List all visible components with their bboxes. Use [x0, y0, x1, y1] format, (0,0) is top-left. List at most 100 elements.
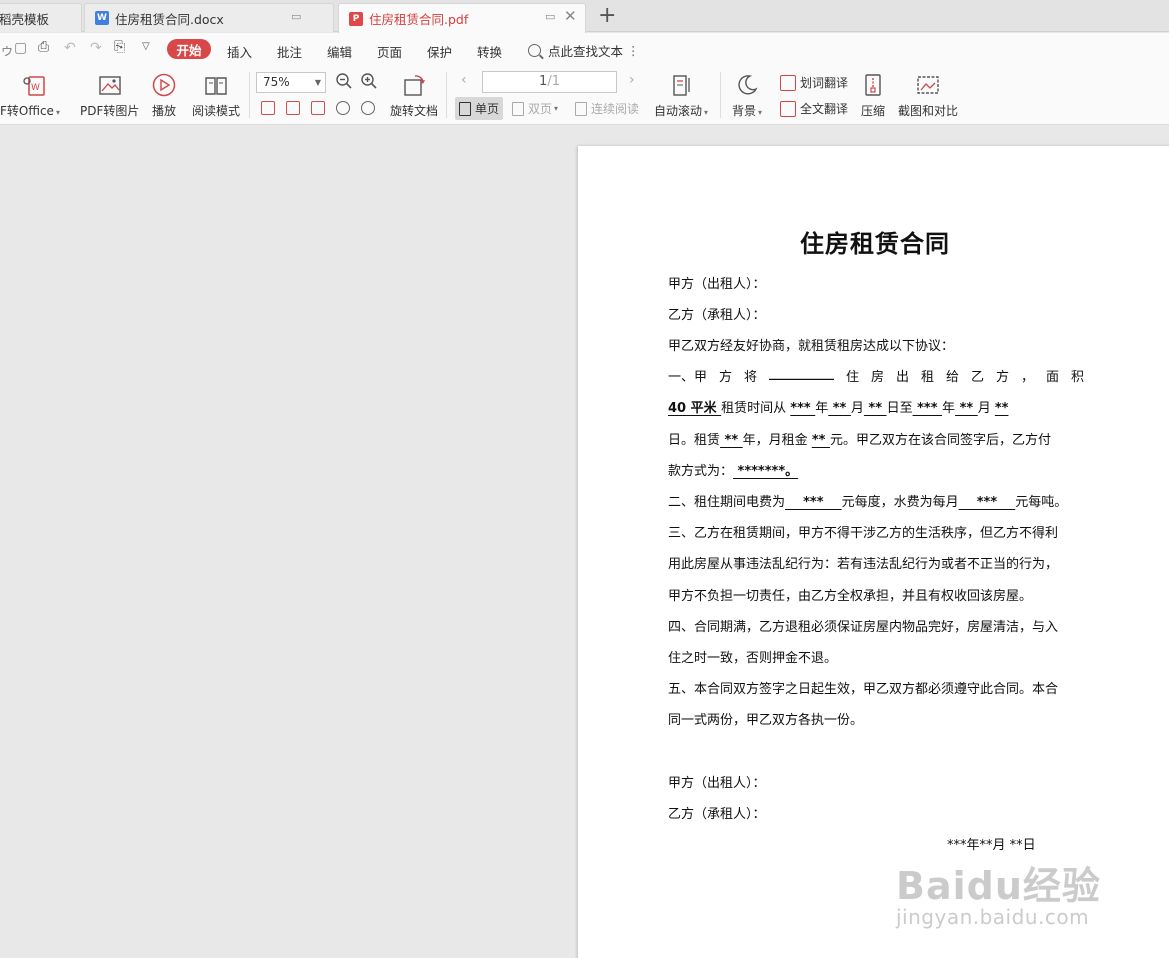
chevron-down-icon: ▼ [314, 78, 321, 87]
clause-3-line-1: 三、乙方在租赁期间，甲方不得干涉乙方的生活秩序，但乙方不得利 [668, 526, 1059, 541]
continuous-read-button[interactable]: 连续阅读 [571, 97, 643, 120]
rotate-left-icon[interactable] [336, 101, 350, 115]
menu-convert[interactable]: 转换 [477, 42, 502, 61]
text-run: 给 [945, 370, 959, 385]
pdf-to-office-label: F转Office [0, 104, 54, 118]
rotate-document-label: 旋转文档 [390, 104, 439, 118]
toolbar-divider [720, 72, 721, 118]
screenshot-compare-label: 截图和对比 [898, 104, 959, 118]
tab-pdf[interactable]: P 住房租赁合同.pdf ▭ ✕ [338, 3, 586, 33]
pdf-page [578, 146, 1169, 958]
menu-annotate[interactable]: 批注 [277, 42, 302, 61]
text-run: 元每度，水费为每月 [841, 495, 959, 510]
play-label: 播放 [151, 104, 176, 118]
full-translate-button[interactable]: 全文翻译 [780, 100, 848, 117]
tab-templates[interactable]: 稻壳模板 [0, 3, 82, 32]
text-run: 日。租赁 [668, 433, 721, 448]
signature-party-a: 甲方（出租人）： [668, 776, 766, 791]
end-year-field: *** [912, 401, 943, 416]
rotate-doc-icon [401, 72, 427, 98]
format-icon[interactable]: ⎘ [114, 39, 125, 55]
rotate-document-button[interactable]: 旋转文档 [390, 72, 438, 119]
clause-4-line-2: 住之时一致，否则押金不退。 [668, 651, 838, 666]
start-menu-tab[interactable]: 开始 [167, 39, 211, 59]
background-button[interactable]: 背景 ▾ [732, 72, 762, 119]
total-pages: /1 [547, 74, 560, 89]
actual-size-icon[interactable] [261, 101, 275, 115]
more-options-icon[interactable]: ⋮ [627, 43, 640, 58]
auto-scroll-label: 自动滚动 [654, 104, 703, 118]
toolbar-divider [446, 72, 447, 118]
clause-1-line-3: 日。租赁 ** 年，月租金 ** 元。甲乙双方在该合同签字后，乙方付 [668, 429, 1051, 448]
single-page-label: 单页 [475, 102, 500, 116]
read-mode-button[interactable]: 阅读模式 [192, 72, 240, 119]
fit-width-icon[interactable] [311, 101, 325, 115]
close-icon[interactable]: ✕ [564, 7, 577, 25]
auto-scroll-icon [668, 72, 694, 98]
redo-icon[interactable]: ↷ [90, 40, 102, 56]
compress-label: 压缩 [860, 104, 885, 118]
pdf-to-image-label: PDF转图片 [80, 104, 140, 118]
intro-line: 甲乙双方经友好协商，就租赁租房达成以下协议： [668, 339, 955, 354]
text-run: 将 [744, 370, 758, 385]
rotate-right-icon[interactable] [361, 101, 375, 115]
auto-scroll-button[interactable]: 自动滚动 ▾ [654, 72, 708, 119]
menu-insert[interactable]: 插入 [227, 42, 252, 61]
text-run: 日至 [886, 401, 913, 416]
menu-page[interactable]: 页面 [377, 42, 402, 61]
payment-method-field: *******。 [733, 464, 799, 479]
more-dropdown-icon[interactable]: ▽ [142, 41, 150, 52]
start-month-field: ** [828, 401, 851, 416]
text-run: 房 [870, 370, 884, 385]
page-number-input[interactable]: 1/1 [482, 71, 617, 93]
tab-label: 稻壳模板 [0, 11, 50, 27]
watermark-url: jingyan.baidu.com [896, 905, 1090, 929]
menu-edit[interactable]: 编辑 [327, 42, 352, 61]
pdf-to-image-button[interactable]: PDF转图片 [80, 72, 139, 119]
start-day-field: ** [863, 401, 887, 416]
print-icon[interactable]: ⎙ [38, 39, 49, 55]
document-title: 住房租赁合同 [800, 230, 950, 258]
undo-icon[interactable]: ↶ [64, 40, 76, 56]
new-tab-button[interactable]: + [598, 4, 616, 28]
text-run: 方 [719, 370, 733, 385]
text-run: 积 [1070, 370, 1084, 385]
screenshot-compare-button[interactable]: 截图和对比 [898, 72, 958, 119]
electricity-fee-field: *** [785, 495, 842, 510]
pin-window-icon[interactable]: ▭ [545, 10, 555, 23]
word-translate-button[interactable]: 划词翻译 [780, 74, 848, 91]
signature-date: ***年**月 **日 [947, 838, 1036, 853]
save-icon[interactable]: ▢ [14, 40, 27, 56]
clause-3-line-3: 甲方不负担一切责任，由乙方全权承担，并且有权收回该房屋。 [668, 589, 1033, 604]
continuous-icon [575, 101, 587, 116]
tab-docx[interactable]: W 住房租赁合同.docx ▭ [84, 3, 334, 32]
play-button[interactable]: 播放 [151, 72, 177, 119]
end-month-field: ** [955, 401, 978, 416]
word-doc-icon: W [95, 11, 109, 25]
zoom-select[interactable]: 75% ▼ [256, 72, 326, 93]
text-run: 乙 [970, 370, 984, 385]
rent-field: ** [811, 433, 830, 448]
pdf-to-office-button[interactable]: W F转Office ▾ [0, 72, 60, 119]
clause-2-line: 二、租住期间电费为 *** 元每度，水费为每月 *** 元每吨。 [668, 491, 1067, 510]
double-page-button[interactable]: 双页 ▾ [508, 97, 562, 120]
next-page-icon[interactable]: › [629, 72, 635, 88]
single-page-button[interactable]: 单页 [455, 97, 504, 120]
fit-page-icon[interactable] [286, 101, 300, 115]
find-text-button[interactable]: 点此查找文本 ⋮ [528, 41, 640, 60]
prev-page-icon[interactable]: ‹ [461, 72, 467, 88]
text-run: 住 [845, 370, 859, 385]
signature-party-b: 乙方（承租人）： [668, 807, 766, 822]
end-day-field: ** [994, 401, 1009, 416]
toolbar-divider [249, 72, 250, 118]
convert-office-icon: W [21, 72, 47, 98]
folder-icon[interactable]: ゥ [0, 40, 14, 60]
background-label: 背景 [732, 104, 757, 118]
compress-button[interactable]: 压缩 [860, 72, 886, 119]
menu-protect[interactable]: 保护 [427, 42, 452, 61]
clause-3-line-2: 用此房屋从事违法乱纪行为：若有违法乱纪行为或者不正当的行为， [668, 557, 1059, 572]
zoom-in-icon[interactable] [360, 72, 378, 94]
text-run: 月 [850, 401, 864, 416]
zoom-out-icon[interactable] [335, 72, 353, 94]
pin-window-icon[interactable]: ▭ [291, 10, 301, 23]
